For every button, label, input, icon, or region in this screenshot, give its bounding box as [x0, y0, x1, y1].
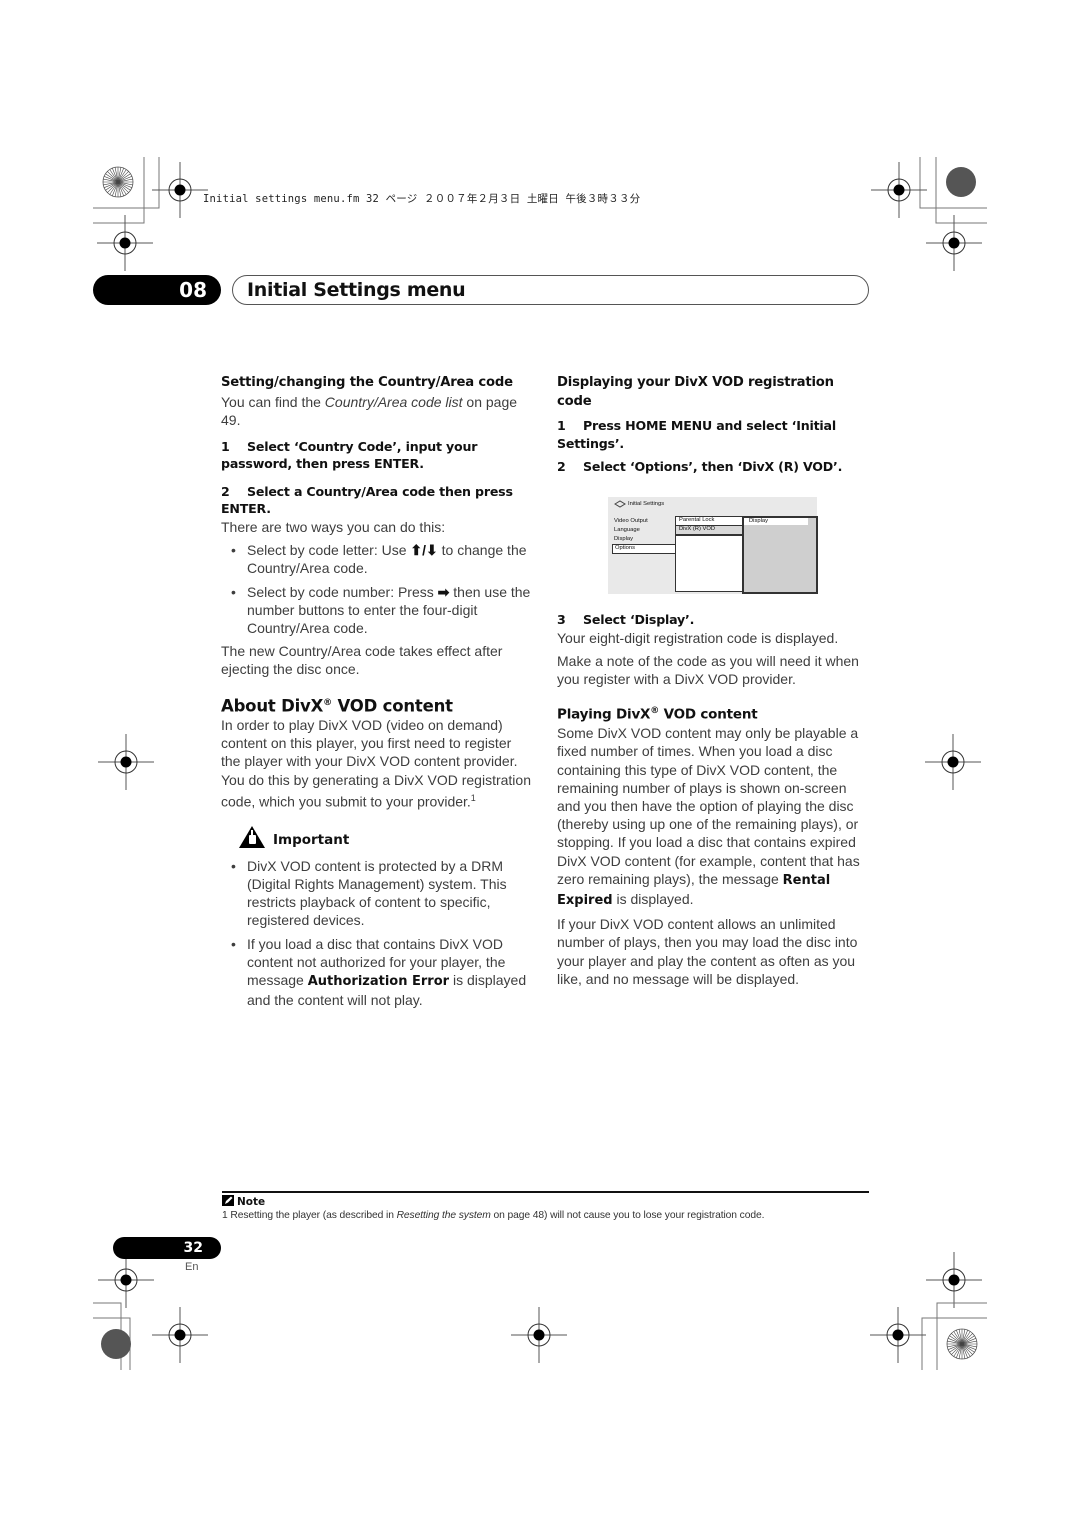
- page-number: 32: [113, 1237, 221, 1259]
- footnote-1: 1 Resetting the player (as described in …: [222, 1210, 765, 1221]
- registration-mark-icon: [924, 733, 982, 791]
- footnote-reference: 1: [470, 792, 476, 803]
- grey-target-icon: [101, 1329, 131, 1359]
- list-item: • Select by code letter: Use ⬆/⬇ to chang…: [231, 542, 527, 577]
- important-hand-icon: [239, 825, 265, 848]
- resetting-system-reference: Resetting the system: [396, 1210, 491, 1221]
- menu-title: Initial Settings: [628, 501, 665, 507]
- country-code-intro: You can find the Country/Area code list …: [221, 393, 518, 428]
- pencil-note-icon: [222, 1195, 234, 1206]
- left-column: Setting/changing the Country/Area code Y…: [221, 374, 533, 1014]
- disc-tray-icon: [614, 500, 626, 508]
- unlimited-plays-body: If your DivX VOD content allows an unlim…: [557, 916, 858, 987]
- list-item: • Select by code number: Press ➡ then use…: [231, 583, 531, 636]
- important-label: Important: [273, 831, 350, 848]
- registration-mark-icon: [925, 1251, 983, 1309]
- menu-item-options-selected[interactable]: Options: [612, 544, 677, 554]
- star-target-icon: [946, 1328, 978, 1360]
- option-panel: Display: [742, 516, 818, 594]
- step-2-body: There are two ways you can do this:: [221, 518, 446, 535]
- registration-marks: [93, 157, 987, 1370]
- step-3-body: Your eight-digit registration code is di…: [557, 629, 839, 646]
- initial-settings-menu-screenshot: Initial Settings Video Output Language D…: [608, 497, 818, 594]
- chapter-title: Initial Settings menu: [232, 275, 869, 305]
- list-item: • DivX VOD content is protected by a DRM …: [231, 857, 507, 929]
- registration-mark-icon: [510, 1306, 568, 1364]
- registration-mark-icon: [151, 1306, 209, 1364]
- authorization-error-message: Authorization Error: [307, 973, 450, 989]
- menu-item-video-output[interactable]: Video Output: [614, 518, 648, 524]
- section-heading-country-code: Setting/changing the Country/Area code: [221, 375, 513, 390]
- step-3-note: Make a note of the code as you will need…: [557, 652, 859, 687]
- registration-mark-icon: [869, 1306, 927, 1364]
- menu-item-language[interactable]: Language: [614, 527, 640, 533]
- right-column-lower: 3 Select ‘Display’. Your eight-digit regi…: [557, 611, 869, 993]
- registration-mark-icon: [151, 161, 209, 219]
- section-heading-playing-divx: Playing DivX® VOD content: [557, 706, 758, 723]
- note-heading: Note: [222, 1195, 265, 1208]
- step-2: 2 Select a Country/Area code then press E…: [221, 483, 513, 517]
- step-1: 1 Select ‘Country Code’, input your passw…: [221, 438, 478, 472]
- country-code-effect-note: The new Country/Area code takes effect a…: [221, 643, 503, 678]
- step-3: 3 Select ‘Display’.: [557, 612, 695, 627]
- registration-mark-icon: [97, 733, 155, 791]
- submenu-item-divx-vod-selected[interactable]: DivX (R) VOD: [675, 525, 743, 535]
- registration-mark-icon: [97, 1251, 155, 1309]
- section-heading-registration-code: Displaying your DivX VOD registration co…: [557, 375, 834, 409]
- grey-target-icon: [946, 167, 976, 197]
- list-item: • If you load a disc that contains DivX V…: [231, 935, 527, 1009]
- star-target-icon: [102, 166, 134, 198]
- up-down-arrow-icon: ⬆/⬇: [410, 542, 438, 559]
- chapter-number: 08: [93, 275, 221, 305]
- menu-item-display[interactable]: Display: [614, 536, 633, 542]
- print-header: Initial settings menu.fm 32 ページ ２００７年２月３…: [203, 193, 641, 205]
- step-1: 1 Press HOME MENU and select ‘Initial Set…: [557, 418, 836, 451]
- important-callout: Important: [221, 825, 533, 855]
- playing-divx-body: Some DivX VOD content may only be playab…: [557, 725, 860, 908]
- page-language: En: [185, 1261, 199, 1273]
- right-arrow-icon: ➡: [437, 583, 450, 600]
- note-divider: [222, 1191, 869, 1193]
- country-code-list-reference: Country/Area code list: [324, 393, 463, 410]
- submenu-panel: [675, 535, 743, 592]
- section-heading-about-divx: About DivX® VOD content: [221, 696, 453, 716]
- registration-mark-icon: [870, 161, 928, 219]
- step-2: 2 Select ‘Options’, then ‘DivX (R) VOD’.: [557, 459, 843, 474]
- option-item-display[interactable]: Display: [744, 518, 808, 525]
- right-column: Displaying your DivX VOD registration co…: [557, 374, 869, 480]
- about-divx-body: In order to play DivX VOD (video on dema…: [221, 717, 531, 810]
